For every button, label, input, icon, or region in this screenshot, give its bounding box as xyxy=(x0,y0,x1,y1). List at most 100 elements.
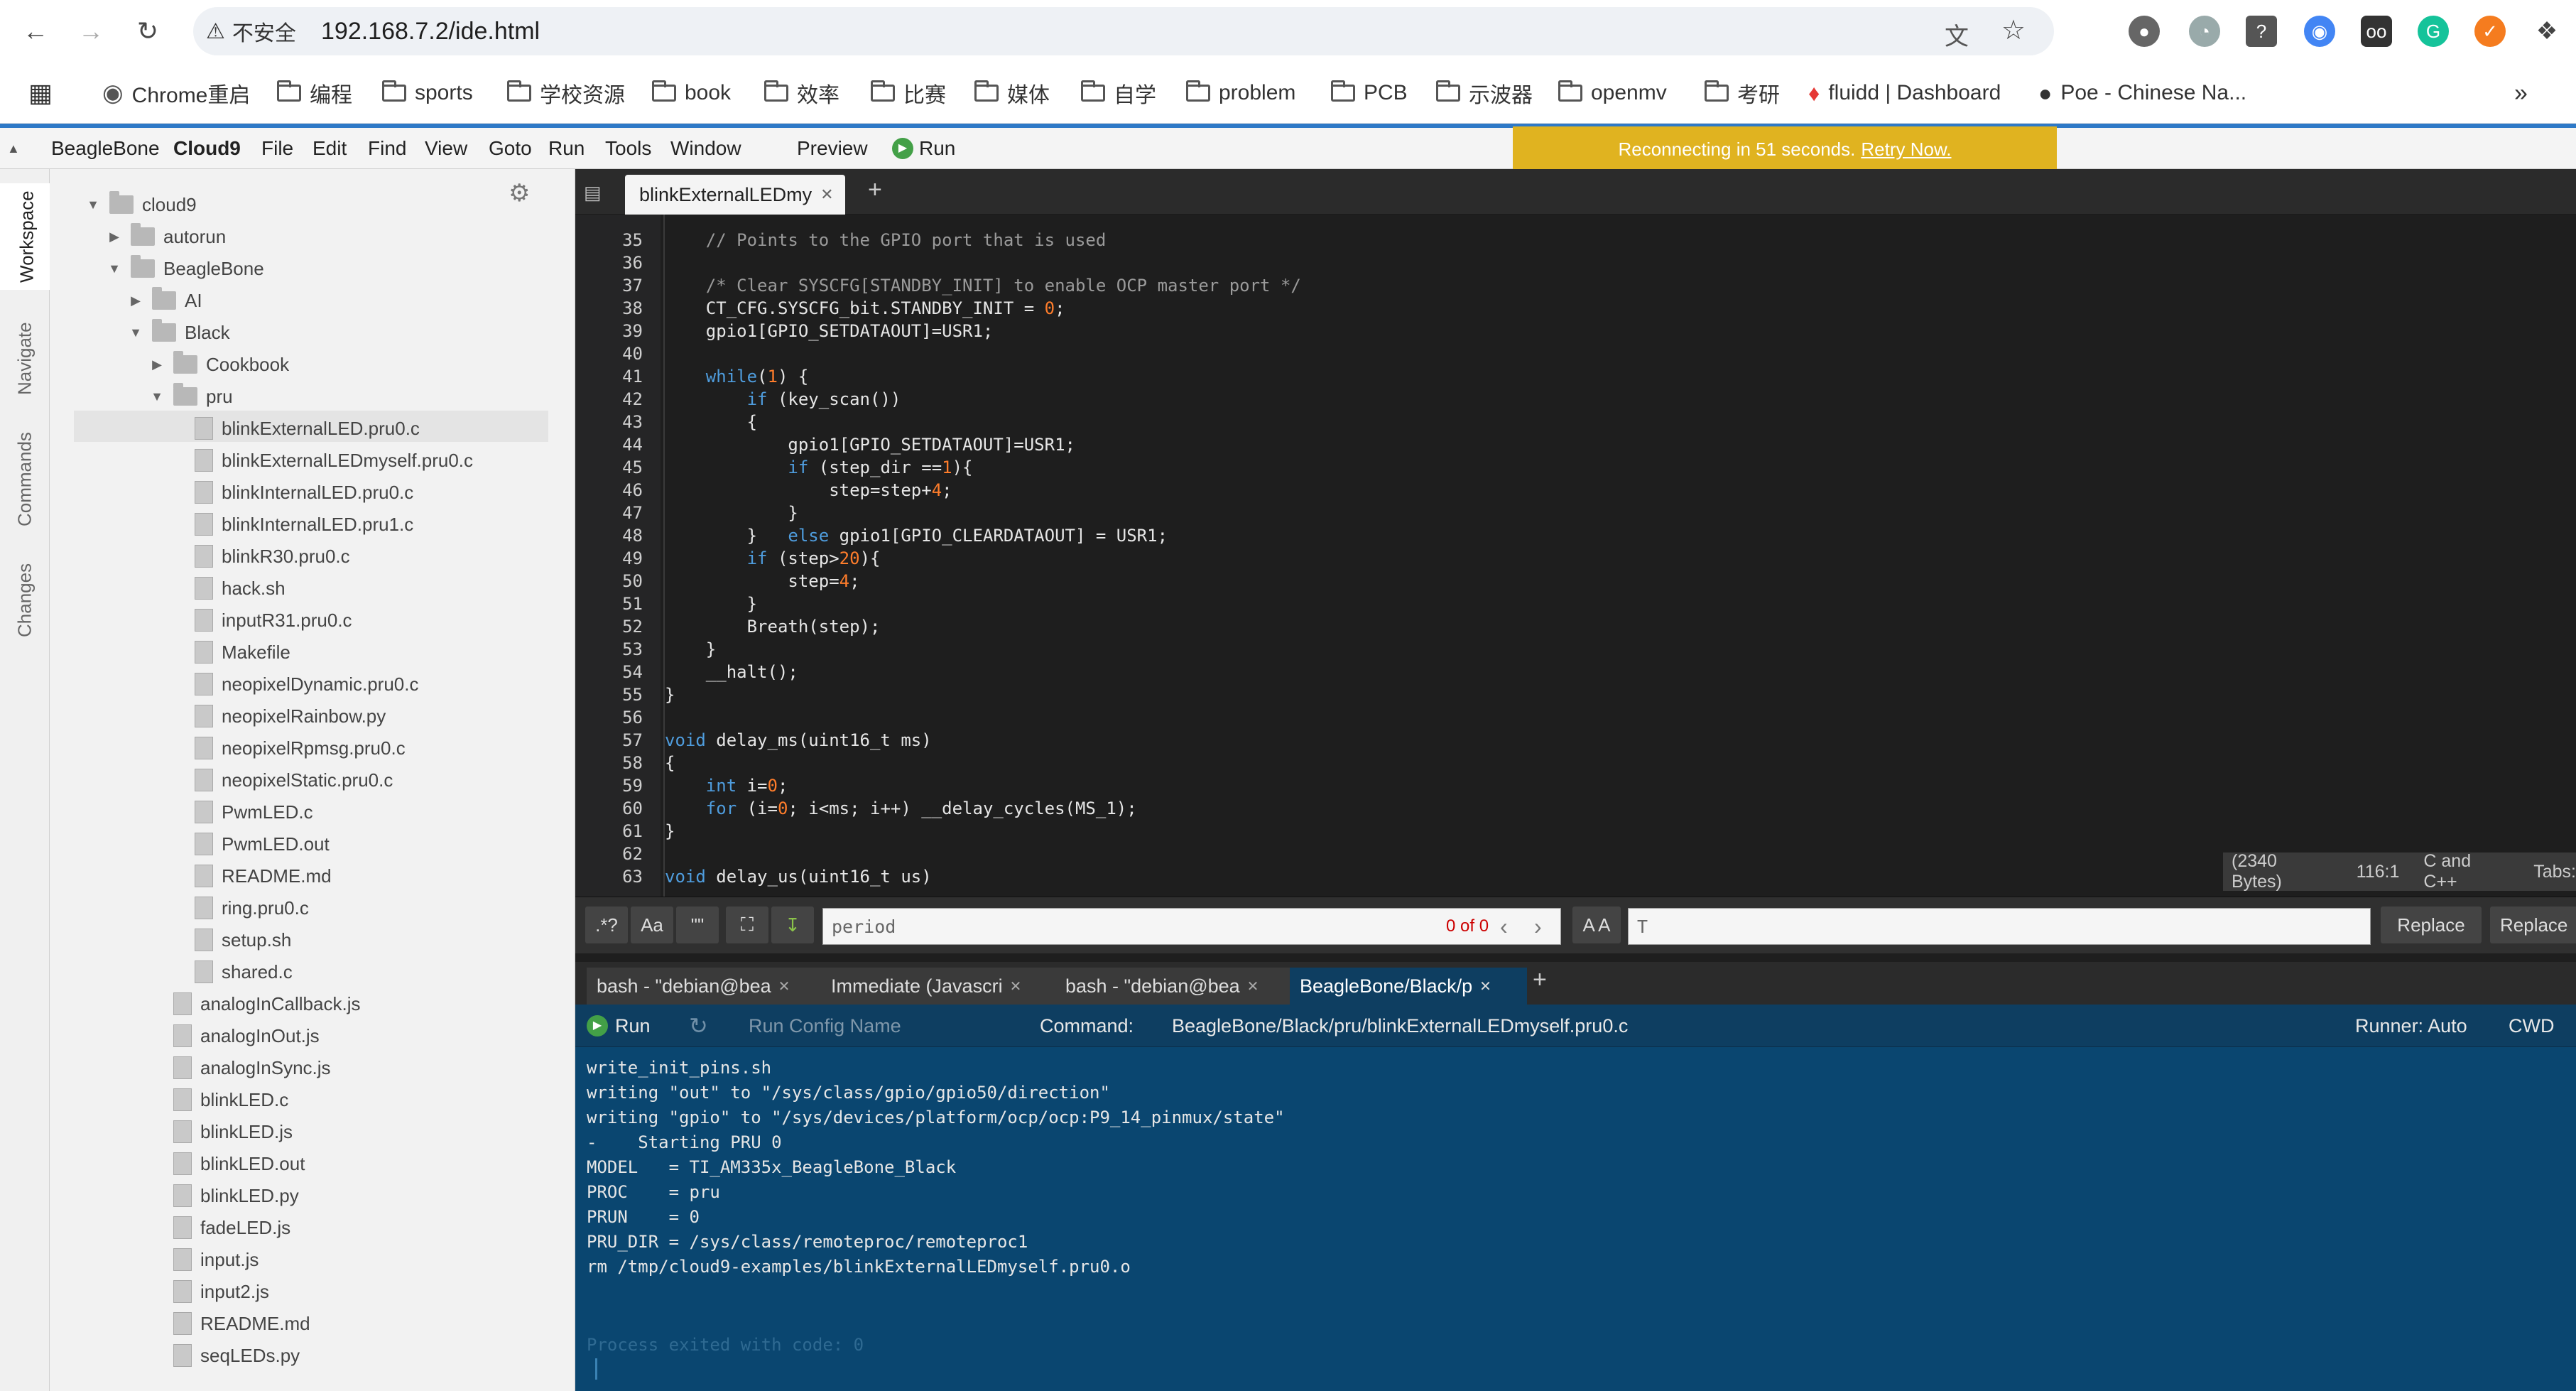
grammarly-icon[interactable]: G xyxy=(2418,16,2449,47)
tab-workspace[interactable]: Workspace xyxy=(0,183,52,290)
cursor-position[interactable]: 116:1 xyxy=(2357,862,2400,882)
code-line[interactable]: if (step_dir ==1){ xyxy=(665,456,972,479)
tree-file[interactable]: README.md xyxy=(170,860,332,892)
terminal-run-button[interactable]: ▶ Run xyxy=(587,1005,651,1047)
tree-file[interactable]: blinkLED.out xyxy=(149,1148,305,1179)
tree-folder[interactable]: ▶ Cookbook xyxy=(149,349,289,380)
extension-help-icon[interactable]: ? xyxy=(2246,16,2277,47)
tree-folder[interactable]: ▼ Black xyxy=(128,317,230,348)
tree-file[interactable]: blinkExternalLEDmyself.pru0.c xyxy=(170,445,473,476)
menu-tools[interactable]: Tools xyxy=(605,128,651,169)
terminal-tab-immediate[interactable]: Immediate (Javascri ✕ xyxy=(821,968,1058,1005)
code-line[interactable]: { xyxy=(665,752,675,774)
new-tab-plus-icon[interactable]: + xyxy=(868,176,882,204)
tree-file[interactable]: PwmLED.out xyxy=(170,828,330,860)
tree-folder[interactable]: ▼ BeagleBone xyxy=(107,253,264,284)
bookmark-item[interactable]: ◉ Chrome重启 xyxy=(102,63,250,124)
tree-file[interactable]: blinkLED.py xyxy=(149,1180,299,1211)
find-prev-icon[interactable]: ‹ xyxy=(1500,908,1508,945)
menu-find[interactable]: Find xyxy=(368,128,406,169)
selection-scope-icon[interactable]: ⛶ xyxy=(726,906,768,943)
run-button[interactable]: ▶ Run xyxy=(892,128,955,169)
code-line[interactable]: { xyxy=(665,411,757,433)
new-terminal-plus-icon[interactable]: + xyxy=(1533,966,1547,994)
caret-down-icon[interactable]: ▼ xyxy=(128,325,143,340)
extension-pie-icon[interactable]: ◔ xyxy=(2189,16,2220,47)
menu-file[interactable]: File xyxy=(261,128,293,169)
command-input[interactable]: BeagleBone/Black/pru/blinkExternalLEDmys… xyxy=(1172,1005,1628,1047)
bookmark-item[interactable]: sports xyxy=(382,63,473,124)
replace-input[interactable]: T xyxy=(1628,908,2371,945)
tree-file[interactable]: neopixelDynamic.pru0.c xyxy=(170,669,418,700)
replace-all-button[interactable]: Replace xyxy=(2490,906,2576,943)
menu-run[interactable]: Run xyxy=(548,128,585,169)
code-line[interactable]: // Points to the GPIO port that is used xyxy=(665,229,1107,251)
case-toggle[interactable]: Aa xyxy=(631,906,673,943)
tree-file[interactable]: ring.pru0.c xyxy=(170,892,309,924)
security-indicator[interactable]: ⚠ 不安全 xyxy=(206,7,296,55)
caret-right-icon[interactable]: ▶ xyxy=(128,293,143,308)
tree-file[interactable]: shared.c xyxy=(170,956,293,987)
code-line[interactable]: while(1) { xyxy=(665,365,809,388)
tree-file[interactable]: neopixelRpmsg.pru0.c xyxy=(170,732,406,764)
code-line[interactable]: } xyxy=(665,683,675,706)
star-icon[interactable]: ☆ xyxy=(2001,14,2026,46)
code-line[interactable]: CT_CFG.SYSCFG_bit.STANDBY_INIT = 0; xyxy=(665,297,1065,320)
tabs-setting[interactable]: Tabs: xyxy=(2533,862,2576,882)
code-line[interactable]: } xyxy=(665,502,798,524)
bookmark-item[interactable]: ♦ fluidd | Dashboard xyxy=(1808,63,2001,124)
code-line[interactable]: void delay_ms(uint16_t ms) xyxy=(665,729,932,752)
collapse-arrow-icon[interactable]: ▲ xyxy=(7,128,20,169)
code-line[interactable]: if (step>20){ xyxy=(665,547,881,570)
apps-grid-icon[interactable]: ▦ xyxy=(28,63,53,124)
menu-edit[interactable]: Edit xyxy=(313,128,347,169)
caret-down-icon[interactable]: ▼ xyxy=(107,261,122,276)
code-line[interactable]: if (key_scan()) xyxy=(665,388,901,411)
find-next-icon[interactable]: › xyxy=(1534,908,1542,945)
bookmark-item[interactable]: 编程 xyxy=(277,63,352,124)
bookmark-item[interactable]: 学校资源 xyxy=(507,63,625,124)
tree-file[interactable]: seqLEDs.py xyxy=(149,1340,300,1371)
language-mode[interactable]: C and C++ xyxy=(2423,851,2509,892)
code-line[interactable]: step=4; xyxy=(665,570,859,592)
bookmark-item[interactable]: 考研 xyxy=(1705,63,1780,124)
extension-bulb-icon[interactable]: ● xyxy=(2129,16,2160,47)
tree-file[interactable]: hack.sh xyxy=(170,573,286,604)
code-line[interactable]: } xyxy=(665,592,757,615)
code-line[interactable]: gpio1[GPIO_SETDATAOUT]=USR1; xyxy=(665,433,1075,456)
tree-file[interactable]: blinkR30.pru0.c xyxy=(170,541,350,572)
code-line[interactable]: Breath(step); xyxy=(665,615,881,638)
regex-toggle[interactable]: .*? xyxy=(585,906,628,943)
bookmark-item[interactable]: 示波器 xyxy=(1436,63,1533,124)
tree-file[interactable]: blinkInternalLED.pru0.c xyxy=(170,477,413,508)
code-line[interactable]: } xyxy=(665,638,716,661)
tree-folder[interactable]: ▶ autorun xyxy=(107,221,226,252)
bookmark-item[interactable]: PCB xyxy=(1331,63,1408,124)
wrap-around-icon[interactable]: ↧ xyxy=(771,906,814,943)
bookmark-item[interactable]: 比赛 xyxy=(871,63,946,124)
code-line[interactable]: /* Clear SYSCFG[STANDBY_INIT] to enable … xyxy=(665,274,1301,297)
tree-file[interactable]: PwmLED.c xyxy=(170,796,313,828)
tab-commands[interactable]: Commands xyxy=(0,423,50,536)
tree-file[interactable]: input2.js xyxy=(149,1276,269,1307)
tree-file[interactable]: inputR31.pru0.c xyxy=(170,605,352,636)
code-line[interactable]: } else gpio1[GPIO_CLEARDATAOUT] = USR1; xyxy=(665,524,1168,547)
tree-file[interactable]: neopixelRainbow.py xyxy=(170,700,386,732)
tab-menu-icon[interactable]: ▤ xyxy=(584,182,602,204)
bookmark-item[interactable]: 自学 xyxy=(1081,63,1156,124)
close-icon[interactable]: ✕ xyxy=(1479,978,1491,995)
tree-file[interactable]: analogInCallback.js xyxy=(149,988,360,1019)
tree-file[interactable]: analogInSync.js xyxy=(149,1052,331,1083)
retry-now-link[interactable]: Retry Now. xyxy=(1861,139,1951,161)
preserve-case-toggle[interactable]: A A xyxy=(1572,906,1621,943)
code-line[interactable]: for (i=0; i<ms; i++) __delay_cycles(MS_1… xyxy=(665,797,1137,820)
menu-goto[interactable]: Goto xyxy=(489,128,532,169)
tree-folder[interactable]: ▶ AI xyxy=(128,285,202,316)
tree-file[interactable]: input.js xyxy=(149,1244,259,1275)
tab-changes[interactable]: Changes xyxy=(0,554,50,646)
forward-icon[interactable]: → xyxy=(71,11,111,51)
caret-down-icon[interactable]: ▼ xyxy=(149,389,165,404)
bookmark-item[interactable]: 媒体 xyxy=(974,63,1050,124)
tree-file[interactable]: blinkExternalLED.pru0.c xyxy=(170,413,420,444)
runner-select[interactable]: Runner: Auto xyxy=(2355,1005,2467,1047)
